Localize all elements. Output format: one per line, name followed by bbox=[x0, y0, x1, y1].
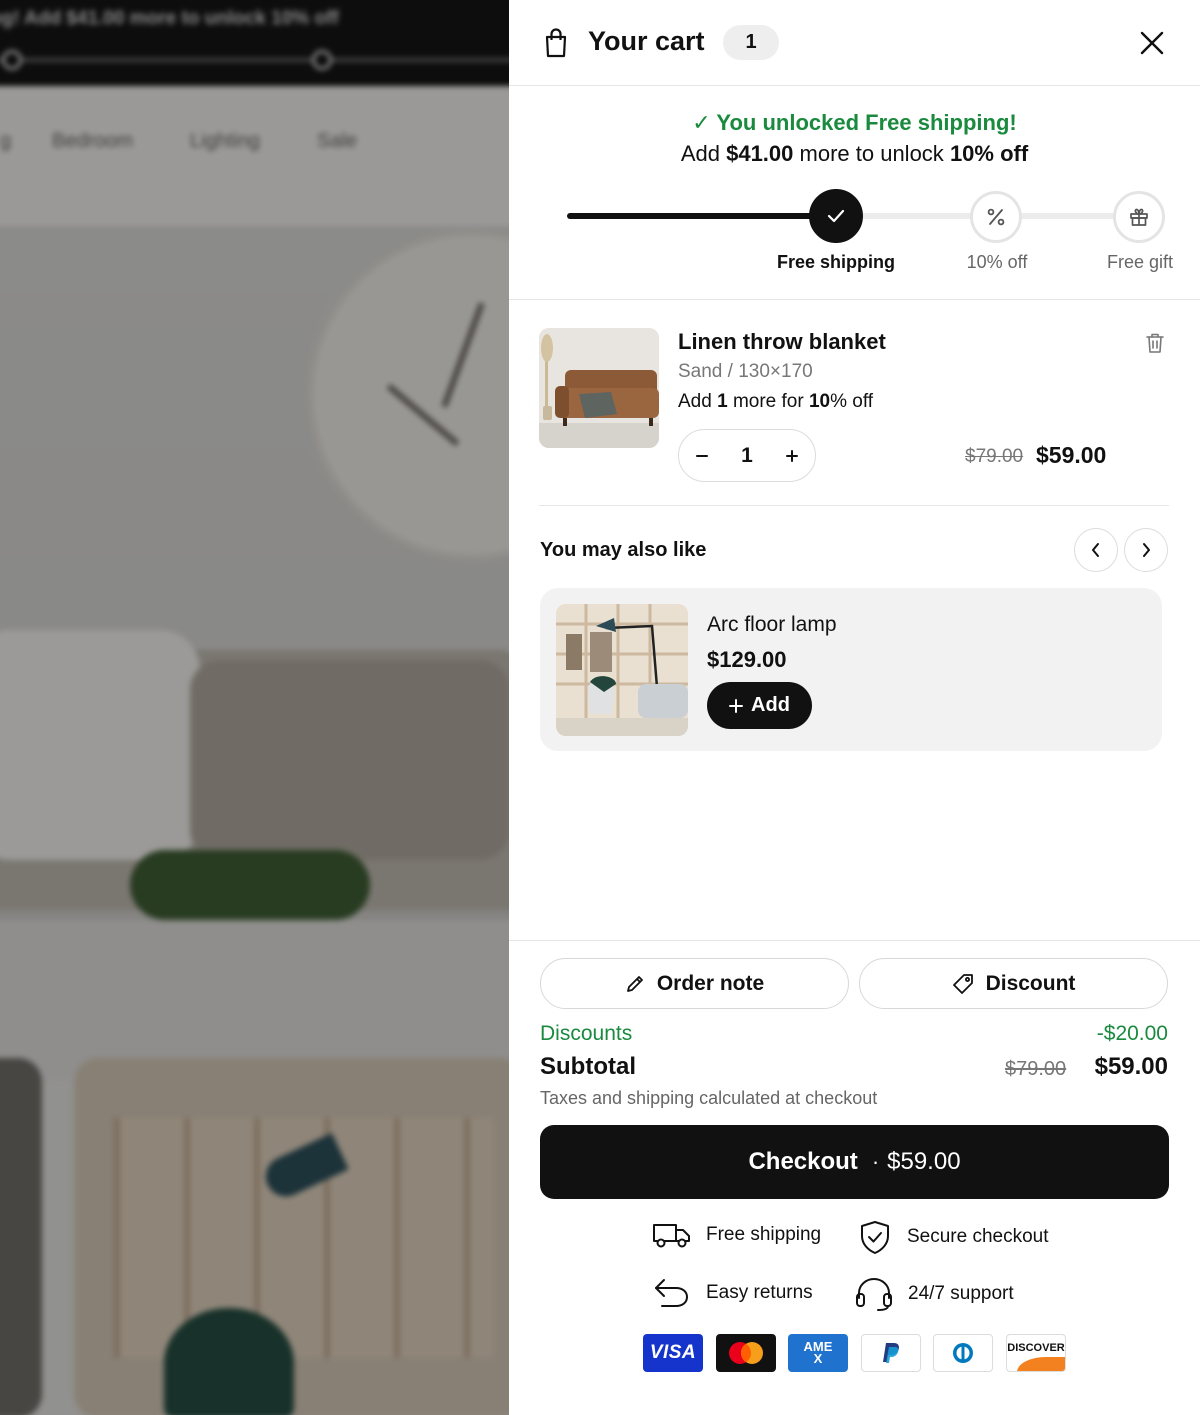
checkout-button[interactable]: Checkout · $59.00 bbox=[540, 1125, 1169, 1199]
plus-icon bbox=[729, 698, 744, 713]
percent-icon bbox=[987, 208, 1005, 226]
item-upsell-message: Add 1 more for 10% off bbox=[678, 391, 874, 412]
quantity-value[interactable]: 1 bbox=[725, 430, 769, 481]
plus-icon bbox=[786, 450, 798, 462]
chevron-right-icon bbox=[1143, 543, 1150, 557]
increase-quantity-button[interactable] bbox=[769, 430, 815, 481]
cart-header: Your cart 1 bbox=[509, 0, 1200, 86]
add-to-cart-button[interactable]: Add bbox=[707, 682, 812, 729]
trust-free-shipping: Free shipping bbox=[652, 1219, 821, 1251]
add-button-label: Add bbox=[751, 694, 790, 716]
check-icon bbox=[827, 209, 845, 223]
milestone-label: 10% off bbox=[966, 252, 1028, 272]
milestone-free-shipping bbox=[809, 189, 863, 243]
trust-secure-checkout: Secure checkout bbox=[857, 1219, 1049, 1255]
diners-club-card-icon bbox=[933, 1334, 993, 1372]
recommendations-title: You may also like bbox=[540, 539, 707, 561]
discounts-label: Discounts bbox=[540, 1022, 633, 1045]
discounts-value: -$20.00 bbox=[1096, 1022, 1168, 1045]
chevron-left-icon bbox=[1092, 543, 1099, 557]
gift-icon bbox=[1130, 208, 1148, 226]
pencil-icon bbox=[626, 975, 643, 992]
trash-icon[interactable] bbox=[1143, 331, 1167, 355]
close-icon[interactable] bbox=[1138, 29, 1166, 57]
product-thumbnail[interactable] bbox=[539, 328, 659, 448]
lamp-photo bbox=[556, 604, 688, 736]
milestone-label: Free shipping bbox=[776, 252, 896, 272]
return-arrow-icon bbox=[655, 1279, 688, 1307]
trust-support: 24/7 support bbox=[854, 1276, 1014, 1312]
progress-fill bbox=[567, 213, 836, 219]
amex-card-icon: AMEX bbox=[788, 1334, 848, 1372]
tag-icon bbox=[952, 973, 973, 994]
minus-icon bbox=[696, 455, 708, 457]
discount-label: Discount bbox=[985, 971, 1076, 995]
truck-icon bbox=[653, 1224, 690, 1248]
discount-button[interactable]: Discount bbox=[859, 958, 1168, 1009]
visa-card-icon: VISA bbox=[643, 1334, 703, 1372]
shopping-bag-icon bbox=[545, 28, 567, 58]
subtotal-label: Subtotal bbox=[540, 1053, 636, 1080]
trust-label: Secure checkout bbox=[907, 1226, 1049, 1247]
recommended-product-thumbnail[interactable] bbox=[556, 604, 688, 736]
cart-count-badge: 1 bbox=[723, 25, 779, 60]
recommended-product-price: $129.00 bbox=[707, 647, 787, 672]
order-note-button[interactable]: Order note bbox=[540, 958, 849, 1009]
quantity-stepper: 1 bbox=[678, 429, 816, 482]
discover-card-icon: DISCOVER bbox=[1006, 1334, 1066, 1372]
cart-title: Your cart bbox=[588, 26, 705, 56]
storefront-background: g Bedroom Lighting Sale ng! Add $41.00 m… bbox=[0, 0, 510, 1415]
checkout-label: Checkout bbox=[748, 1148, 858, 1175]
order-note-label: Order note bbox=[656, 971, 765, 995]
item-price: $59.00 bbox=[1036, 442, 1107, 468]
recommended-product-name[interactable]: Arc floor lamp bbox=[707, 613, 837, 637]
progress-message: Add $41.00 more to unlock 10% off bbox=[680, 141, 1029, 166]
cart-drawer: Your cart 1 ✓ You unlocked Free shipping… bbox=[509, 0, 1200, 1415]
tax-note: Taxes and shipping calculated at checkou… bbox=[540, 1088, 878, 1108]
trust-label: Easy returns bbox=[706, 1282, 813, 1303]
product-variant: Sand / 130×170 bbox=[678, 361, 813, 382]
cart-footer: Order note Discount Discounts -$20.00 Su… bbox=[509, 940, 1200, 1415]
cart-line-item: Linen throw blanket Sand / 130×170 Add 1… bbox=[539, 328, 1169, 506]
checkout-separator: · bbox=[871, 1149, 880, 1174]
trust-label: Free shipping bbox=[706, 1224, 822, 1245]
shield-check-icon bbox=[861, 1221, 889, 1254]
headset-icon bbox=[856, 1278, 892, 1311]
subtotal-value: $59.00 bbox=[1094, 1053, 1168, 1080]
paypal-card-icon bbox=[861, 1334, 921, 1372]
decrease-quantity-button[interactable] bbox=[679, 430, 725, 481]
product-name[interactable]: Linen throw blanket bbox=[678, 329, 886, 355]
subtotal-compare-price: $79.00 bbox=[1005, 1058, 1067, 1080]
recommendations-next-button[interactable] bbox=[1124, 528, 1168, 572]
rewards-progress: ✓ You unlocked Free shipping! Add $41.00… bbox=[509, 86, 1200, 300]
trust-label: 24/7 support bbox=[908, 1283, 1014, 1304]
milestone-10-off bbox=[970, 191, 1022, 243]
checkout-amount: $59.00 bbox=[887, 1148, 961, 1175]
overlay-scrim[interactable] bbox=[0, 0, 510, 1415]
recommended-product-card: Arc floor lamp $129.00 Add bbox=[540, 588, 1162, 751]
recommendations-prev-button[interactable] bbox=[1074, 528, 1118, 572]
sofa-photo bbox=[539, 328, 659, 448]
unlocked-message: ✓ You unlocked Free shipping! bbox=[692, 110, 1017, 135]
compare-at-price: $79.00 bbox=[965, 446, 1024, 467]
milestone-free-gift bbox=[1113, 191, 1165, 243]
trust-easy-returns: Easy returns bbox=[652, 1276, 813, 1310]
milestone-label: Free gift bbox=[1106, 252, 1174, 272]
mastercard-icon bbox=[716, 1334, 776, 1372]
